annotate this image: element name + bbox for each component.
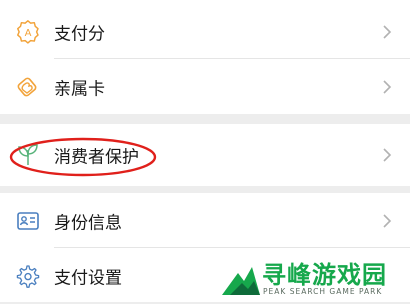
watermark-title: 寻峰游戏园 <box>262 261 387 289</box>
watermark: 寻峰游戏园 PEAK SEARCH GAME PARK <box>220 255 410 302</box>
menu-group-protection: 消费者保护 <box>0 124 410 186</box>
menu-item-label: 支付设置 <box>54 268 122 289</box>
watermark-subtitle: PEAK SEARCH GAME PARK <box>263 287 383 296</box>
chevron-right-icon <box>383 25 392 39</box>
chevron-right-icon <box>383 148 392 162</box>
peak-logo-icon <box>222 267 260 295</box>
family-card-icon <box>17 77 37 97</box>
payscore-badge-icon: A <box>17 20 39 44</box>
menu-item-payscore[interactable]: A 支付分 <box>0 4 410 60</box>
menu-item-label: 消费者保护 <box>54 147 139 168</box>
menu-item-family-card[interactable]: 亲属卡 <box>0 59 410 115</box>
gear-icon <box>16 265 40 288</box>
menu-item-label: 亲属卡 <box>54 79 105 100</box>
svg-text:A: A <box>25 28 32 39</box>
menu-item-identity-info[interactable]: 身份信息 <box>0 193 410 249</box>
menu-group-payment: A 支付分 亲属卡 <box>0 0 410 114</box>
menu-item-label: 身份信息 <box>54 213 122 234</box>
leaf-shield-icon <box>18 144 38 166</box>
chevron-right-icon <box>383 80 392 94</box>
chevron-right-icon <box>383 214 392 228</box>
menu-item-consumer-protection[interactable]: 消费者保护 <box>0 127 410 183</box>
id-card-icon <box>17 212 39 230</box>
menu-item-label: 支付分 <box>54 24 105 45</box>
